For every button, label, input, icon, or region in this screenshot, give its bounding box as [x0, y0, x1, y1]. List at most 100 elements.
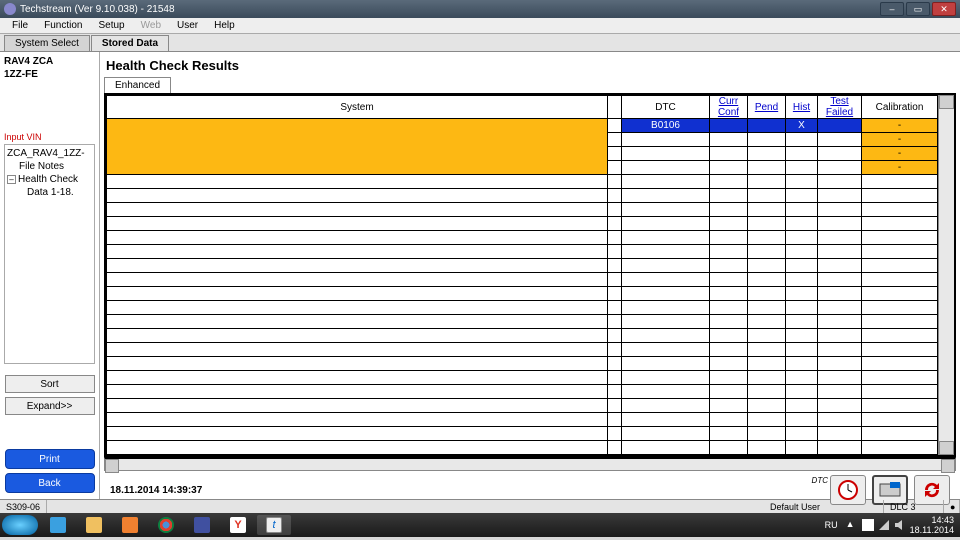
table-row[interactable]: - — [107, 147, 938, 161]
results-table: System DTC Curr Conf Pend Hist Test Fail… — [106, 95, 938, 455]
yandex-icon: Y — [230, 517, 246, 533]
table-row[interactable] — [107, 259, 938, 273]
taskbar-ie[interactable] — [41, 515, 75, 535]
th-dtc[interactable]: DTC — [622, 96, 710, 119]
cell-pend — [748, 203, 786, 217]
table-row[interactable]: - — [107, 161, 938, 175]
tree-data-item[interactable]: Data 1-18. — [7, 186, 92, 199]
table-row[interactable]: B0106X- — [107, 119, 938, 133]
table-row[interactable] — [107, 245, 938, 259]
tray-chevron-up-icon[interactable]: ▲ — [846, 519, 858, 531]
flag-icon[interactable] — [862, 519, 874, 531]
table-row[interactable] — [107, 231, 938, 245]
taskbar-techstream[interactable]: t — [257, 515, 291, 535]
th-hist[interactable]: Hist — [786, 96, 818, 119]
table-row[interactable] — [107, 343, 938, 357]
cell-dtc — [622, 259, 710, 273]
table-row[interactable] — [107, 385, 938, 399]
cell-sys — [107, 245, 608, 259]
cell-cc — [710, 203, 748, 217]
th-system[interactable]: System — [107, 96, 608, 119]
table-row[interactable] — [107, 273, 938, 287]
table-row[interactable] — [107, 315, 938, 329]
cell-cc — [710, 119, 748, 133]
volume-icon[interactable] — [894, 519, 906, 531]
cell-sys — [107, 259, 608, 273]
sort-button[interactable]: Sort — [5, 375, 95, 393]
close-button[interactable]: ✕ — [932, 2, 956, 16]
cell-pend — [748, 231, 786, 245]
cell-pend — [748, 329, 786, 343]
taskbar-media[interactable] — [113, 515, 147, 535]
tray-date: 18.11.2014 — [910, 525, 954, 535]
tree-root[interactable]: ZCA_RAV4_1ZZ- — [7, 147, 92, 160]
table-row[interactable]: - — [107, 133, 938, 147]
cell-hist — [786, 273, 818, 287]
cell-hist: X — [786, 119, 818, 133]
cell-hist — [786, 203, 818, 217]
subtab-enhanced[interactable]: Enhanced — [104, 77, 171, 93]
table-row[interactable] — [107, 189, 938, 203]
tree-file-notes[interactable]: File Notes — [7, 160, 92, 173]
taskbar-chrome[interactable] — [149, 515, 183, 535]
tab-stored-data[interactable]: Stored Data — [91, 35, 169, 51]
th-curr-conf[interactable]: Curr Conf — [710, 96, 748, 119]
cell-hist — [786, 329, 818, 343]
back-button[interactable]: Back — [5, 473, 95, 493]
app1-icon — [194, 517, 210, 533]
tray-language[interactable]: RU — [821, 520, 842, 530]
table-row[interactable] — [107, 217, 938, 231]
scroll-up-button[interactable] — [939, 95, 954, 109]
cell-cc — [710, 343, 748, 357]
expand-button[interactable]: Expand>> — [5, 397, 95, 415]
cell-cal — [862, 441, 938, 455]
techstream-icon: t — [266, 517, 282, 533]
cell-hist — [786, 413, 818, 427]
print-button[interactable]: Print — [5, 449, 95, 469]
tree-collapse-icon[interactable]: – — [7, 175, 16, 184]
taskbar-explorer[interactable] — [77, 515, 111, 535]
th-calibration[interactable]: Calibration — [862, 96, 938, 119]
table-row[interactable] — [107, 441, 938, 455]
table-row[interactable] — [107, 371, 938, 385]
cell-hist — [786, 147, 818, 161]
input-vin-label[interactable]: Input VIN — [4, 132, 95, 142]
menu-user[interactable]: User — [169, 20, 206, 31]
file-tree[interactable]: ZCA_RAV4_1ZZ- File Notes –Health Check D… — [4, 144, 95, 364]
media-icon — [122, 517, 138, 533]
table-row[interactable] — [107, 413, 938, 427]
tray-clock[interactable]: 14:43 18.11.2014 — [910, 515, 954, 535]
tree-health-check[interactable]: –Health Check — [7, 173, 92, 186]
menu-help[interactable]: Help — [206, 20, 243, 31]
table-row[interactable] — [107, 287, 938, 301]
menu-function[interactable]: Function — [36, 20, 90, 31]
status-indicator: ● — [944, 500, 960, 513]
cell-cal: - — [862, 133, 938, 147]
minimize-button[interactable]: – — [880, 2, 904, 16]
tab-system-select[interactable]: System Select — [4, 35, 90, 51]
table-row[interactable] — [107, 301, 938, 315]
cell-sys — [107, 147, 608, 161]
cell-tf — [818, 161, 862, 175]
vertical-scrollbar[interactable] — [938, 95, 954, 455]
table-row[interactable] — [107, 329, 938, 343]
vehicle-line2: 1ZZ-FE — [4, 69, 95, 80]
table-row[interactable] — [107, 203, 938, 217]
th-pend[interactable]: Pend — [748, 96, 786, 119]
menu-file[interactable]: File — [4, 20, 36, 31]
table-row[interactable] — [107, 357, 938, 371]
menu-setup[interactable]: Setup — [90, 20, 132, 31]
start-button[interactable] — [2, 515, 38, 535]
scroll-down-button[interactable] — [939, 441, 954, 455]
network-icon[interactable] — [878, 519, 890, 531]
taskbar-yandex[interactable]: Y — [221, 515, 255, 535]
cell-dtc — [622, 329, 710, 343]
cell-gap — [608, 385, 622, 399]
taskbar-app1[interactable] — [185, 515, 219, 535]
horizontal-scrollbar[interactable] — [104, 457, 956, 471]
table-row[interactable] — [107, 175, 938, 189]
table-row[interactable] — [107, 427, 938, 441]
th-test-failed[interactable]: Test Failed — [818, 96, 862, 119]
maximize-button[interactable]: ▭ — [906, 2, 930, 16]
table-row[interactable] — [107, 399, 938, 413]
